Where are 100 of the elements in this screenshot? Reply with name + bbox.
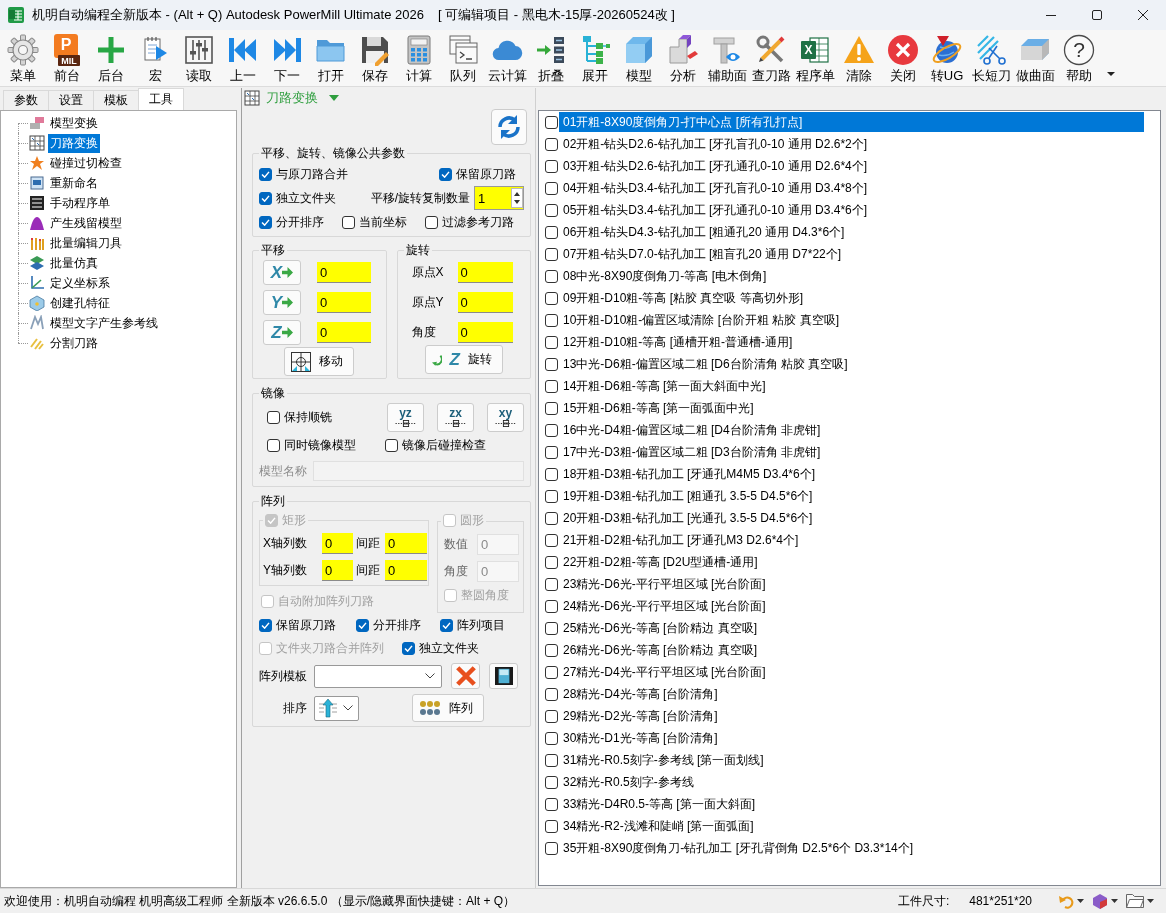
checkbox[interactable] [545, 313, 558, 327]
toolpath-item[interactable]: 24精光-D6光-平行平坦区域 [光台阶面] [559, 596, 1144, 616]
toolpath-item[interactable]: 01开粗-8X90度倒角刀-打中心点 [所有孔打点] [559, 112, 1144, 132]
checkbox[interactable] [545, 291, 558, 305]
toolpath-item[interactable]: 09开粗-D10粗-等高 [粘胶 真空吸 等高切外形] [559, 288, 1144, 308]
toolpath-item[interactable]: 35开粗-8X90度倒角刀-钻孔加工 [牙孔背倒角 D2.5*6个 D3.3*14个] [559, 838, 1144, 858]
checkbox-label[interactable]: 阵列项目 [457, 617, 505, 634]
offset-field[interactable]: 0 [317, 322, 371, 343]
checkbox[interactable] [545, 709, 558, 723]
toolbar-button[interactable]: 上一 [221, 30, 265, 85]
checkbox[interactable] [545, 137, 558, 151]
toolbar-button[interactable]: 计算 [397, 30, 441, 85]
checkbox[interactable] [545, 511, 558, 525]
checkbox[interactable] [267, 410, 280, 424]
spin-arrows-icon[interactable] [511, 188, 523, 208]
toolpath-item[interactable]: 13中光-D6粗-偏置区域二粗 [D6台阶清角 粘胶 真空吸] [559, 354, 1144, 374]
tree-item[interactable]: 批量编辑刀具 [48, 233, 124, 253]
checkbox[interactable] [545, 555, 558, 569]
toolbar-button[interactable]: 折叠 [529, 30, 573, 85]
toolpath-item[interactable]: 15开粗-D6粗-等高 [第一面弧面中光] [559, 398, 1144, 418]
toolbar-button[interactable]: 转UG [925, 30, 969, 85]
toolbar-button[interactable]: 后台 [89, 30, 133, 85]
checkbox[interactable] [545, 533, 558, 547]
checkbox[interactable] [259, 215, 272, 229]
checkbox[interactable] [545, 159, 558, 173]
tree-item[interactable]: 模型文字产生参考线 [48, 313, 160, 333]
checkbox-label[interactable]: 保留原刀路 [456, 165, 516, 183]
tree-item[interactable]: 分割刀路 [48, 333, 100, 353]
toolpath-item[interactable]: 14开粗-D6粗-等高 [第一面大斜面中光] [559, 376, 1144, 396]
checkbox-label[interactable]: 当前坐标 [359, 213, 407, 231]
array-button[interactable]: 阵列 [412, 694, 484, 722]
sort-dropdown[interactable] [314, 695, 359, 721]
rotation-field[interactable]: 0 [457, 262, 513, 283]
axis-move-button[interactable]: Y [263, 290, 301, 315]
mirror-plane-button[interactable]: zx [437, 402, 474, 432]
checkbox[interactable] [545, 203, 558, 217]
toolbar-button[interactable]: 展开 [573, 30, 617, 85]
toolpath-item[interactable]: 27精光-D4光-平行平坦区域 [光台阶面] [559, 662, 1144, 682]
toolpath-item[interactable]: 16中光-D4粗-偏置区域二粗 [D4台阶清角 非虎钳] [559, 420, 1144, 440]
toolpath-item[interactable]: 34精光-R2-浅滩和陡峭 [第一面弧面] [559, 816, 1144, 836]
checkbox[interactable] [259, 191, 272, 205]
save-button[interactable] [489, 663, 518, 689]
checkbox[interactable] [545, 665, 558, 679]
checkbox[interactable] [545, 115, 558, 129]
toolpath-item[interactable]: 18开粗-D3粗-钻孔加工 [牙通孔M4M5 D3.4*6个] [559, 464, 1144, 484]
checkbox-label[interactable]: 分开排序 [276, 213, 324, 231]
checkbox[interactable] [545, 775, 558, 789]
toolpath-item[interactable]: 03开粗-钻头D2.6-钻孔加工 [牙孔通孔0-10 通用 D2.6*4个] [559, 156, 1144, 176]
checkbox[interactable] [545, 225, 558, 239]
move-button[interactable]: 移动 [284, 347, 355, 376]
toolpath-item[interactable]: 25精光-D6光-等高 [台阶精边 真空吸] [559, 618, 1144, 638]
checkbox-label[interactable]: 保持顺铣 [284, 408, 332, 426]
checkbox-label[interactable]: 过滤参考刀路 [442, 213, 514, 231]
offset-field[interactable]: 0 [317, 262, 371, 283]
toolbar-button[interactable]: 模型 [617, 30, 661, 85]
tree-item[interactable]: 手动程序单 [48, 193, 112, 213]
tree-item[interactable]: 模型变换 [48, 113, 100, 133]
checkbox[interactable] [259, 167, 272, 181]
checkbox[interactable] [545, 401, 558, 415]
checkbox[interactable] [545, 753, 558, 767]
toolbar-button[interactable]: 保存 [353, 30, 397, 85]
checkbox-label[interactable]: 与原刀路合并 [276, 165, 348, 183]
checkbox[interactable] [342, 215, 355, 229]
toolbar-button[interactable]: 下一 [265, 30, 309, 85]
panel-tab[interactable]: 工具 [138, 88, 184, 110]
toolbar-button[interactable]: 队列 [441, 30, 485, 85]
checkbox[interactable] [545, 357, 558, 371]
checkbox[interactable] [545, 181, 558, 195]
toolpath-item[interactable]: 33精光-D4R0.5-等高 [第一面大斜面] [559, 794, 1144, 814]
checkbox[interactable] [545, 687, 558, 701]
checkbox[interactable] [545, 599, 558, 613]
toolpath-item[interactable]: 20开粗-D3粗-钻孔加工 [光通孔 3.5-5 D4.5*6个] [559, 508, 1144, 528]
toolbar-button[interactable]: 读取 [177, 30, 221, 85]
checkbox[interactable] [545, 621, 558, 635]
mirror-plane-button[interactable]: xy [487, 402, 524, 432]
axis-move-button[interactable]: X [263, 260, 301, 285]
mirror-plane-button[interactable]: yz [387, 402, 424, 432]
axis-move-button[interactable]: Z [263, 320, 301, 345]
toolbar-button[interactable]: 宏 [133, 30, 177, 85]
checkbox[interactable] [545, 577, 558, 591]
toolbar-button[interactable]: 打开 [309, 30, 353, 85]
toolbar-button[interactable]: 云计算 [485, 30, 529, 85]
toolbar-button[interactable]: 关闭 [881, 30, 925, 85]
checkbox[interactable] [545, 247, 558, 261]
toolpath-item[interactable]: 07开粗-钻头D7.0-钻孔加工 [粗盲孔20 通用 D7*22个] [559, 244, 1144, 264]
rotation-field[interactable]: 0 [457, 292, 513, 313]
checkbox-label[interactable]: 独立文件夹 [276, 189, 336, 207]
toolpath-item[interactable]: 08中光-8X90度倒角刀-等高 [电木倒角] [559, 266, 1144, 286]
checkbox[interactable] [545, 467, 558, 481]
checkbox[interactable] [545, 335, 558, 349]
checkbox-label[interactable]: 同时镜像模型 [284, 436, 356, 454]
tree-item[interactable]: 创建孔特征 [48, 293, 112, 313]
tree-item[interactable]: 批量仿真 [48, 253, 100, 273]
checkbox[interactable] [402, 642, 415, 655]
toolpath-item[interactable]: 19开粗-D3粗-钻孔加工 [粗通孔 3.5-5 D4.5*6个] [559, 486, 1144, 506]
checkbox[interactable] [425, 215, 438, 229]
rotation-field[interactable]: 0 [457, 322, 513, 343]
toolbar-button[interactable]: 分析 [661, 30, 705, 85]
toolbar-button[interactable]: 做曲面 [1013, 30, 1057, 85]
offset-field[interactable]: 0 [317, 292, 371, 313]
